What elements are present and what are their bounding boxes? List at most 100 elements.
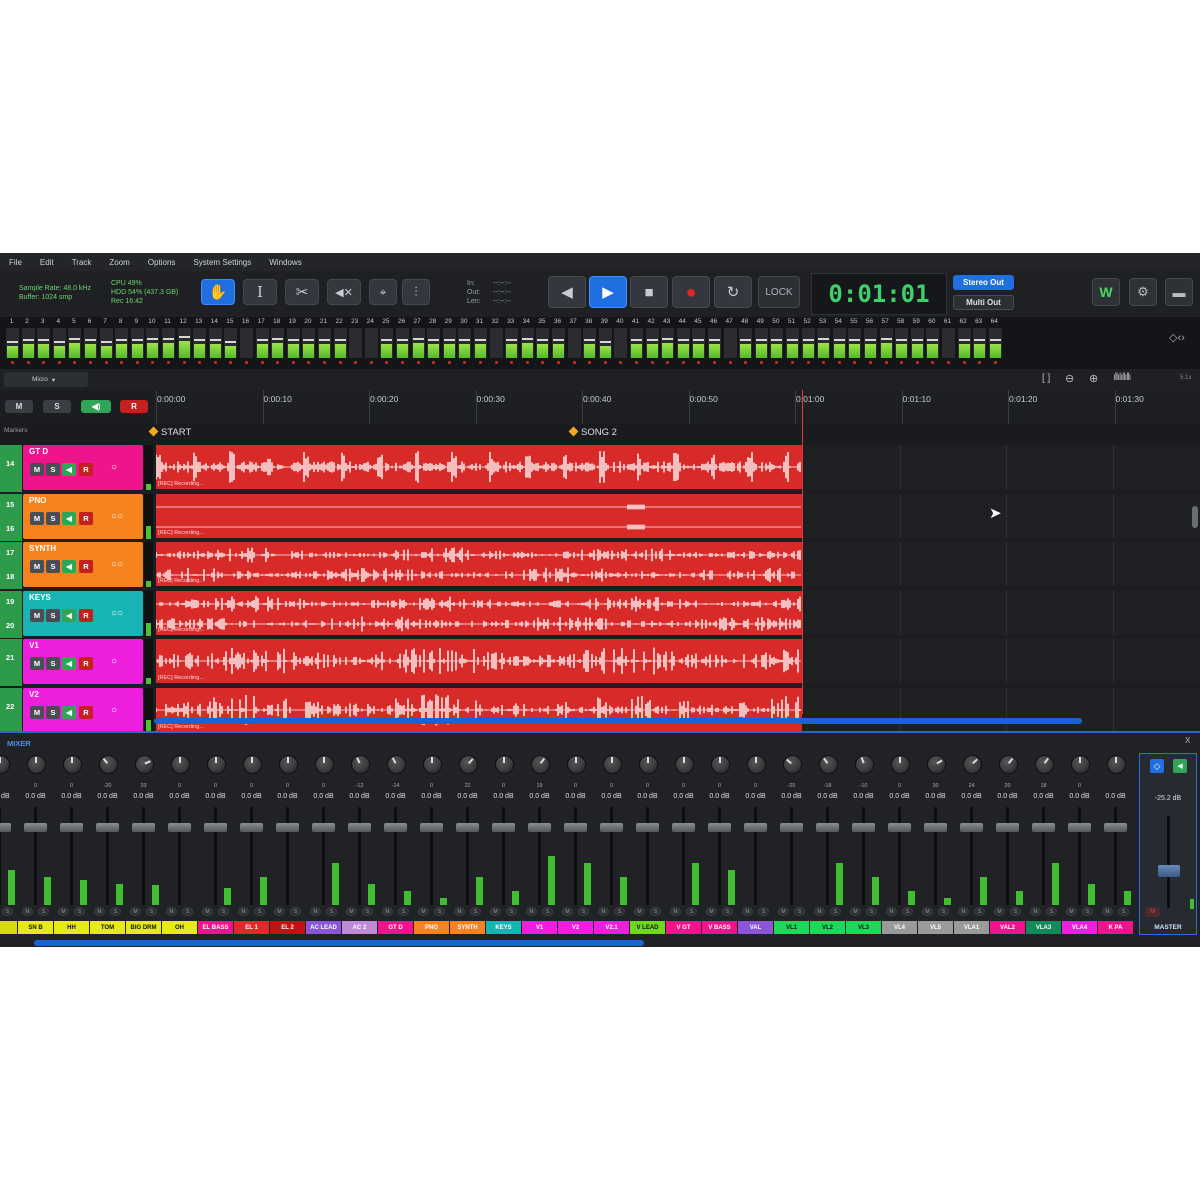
channel-name[interactable]: VL4: [882, 921, 917, 934]
pan-knob[interactable]: [999, 755, 1018, 774]
waveform-zoom-icon[interactable]: ıllılıllıllı: [1113, 372, 1131, 383]
stop-button[interactable]: ■: [630, 276, 668, 308]
pan-knob[interactable]: [639, 755, 658, 774]
master-mute-button[interactable]: M: [1145, 907, 1160, 917]
lock-button[interactable]: LOCK: [758, 276, 800, 308]
mono-input-icon[interactable]: ○: [111, 462, 117, 473]
pan-knob[interactable]: [243, 755, 262, 774]
channel-name[interactable]: PNO: [414, 921, 449, 934]
channel-solo-button[interactable]: S: [182, 907, 193, 916]
channel-solo-button[interactable]: S: [614, 907, 625, 916]
track-monitor-button[interactable]: ◀: [62, 705, 76, 719]
fader-handle[interactable]: [528, 823, 551, 832]
channel-mute-button[interactable]: M: [634, 907, 645, 916]
channel-name[interactable]: V2.1: [594, 921, 629, 934]
channel-name[interactable]: VLA3: [1026, 921, 1061, 934]
track-header[interactable]: PNO M S ◀ R ○○: [23, 493, 143, 539]
channel-name[interactable]: K PA: [1098, 921, 1133, 934]
channel-mute-button[interactable]: M: [778, 907, 789, 916]
channel-solo-button[interactable]: S: [1082, 907, 1093, 916]
pan-knob[interactable]: [747, 755, 766, 774]
channel-solo-button[interactable]: S: [218, 907, 229, 916]
channel-mute-button[interactable]: M: [310, 907, 321, 916]
loop-button[interactable]: ↻: [714, 276, 752, 308]
playhead[interactable]: [802, 390, 803, 714]
cut-tool-button[interactable]: ✂: [285, 279, 319, 305]
mixer-scrollbar[interactable]: [34, 940, 644, 946]
track-monitor-button[interactable]: ◀: [62, 608, 76, 622]
track-header[interactable]: KEYS M S ◀ R ○○: [23, 590, 143, 636]
pan-knob[interactable]: [387, 755, 406, 774]
empty-lane[interactable]: [804, 687, 1200, 732]
track-header[interactable]: V2 M S ◀ R ○: [23, 687, 143, 733]
track-header[interactable]: SYNTH M S ◀ R ○○: [23, 542, 143, 587]
channel-mute-button[interactable]: M: [166, 907, 177, 916]
waves-button[interactable]: W: [1092, 278, 1120, 306]
channel-solo-button[interactable]: S: [974, 907, 985, 916]
channel-mute-button[interactable]: M: [1102, 907, 1113, 916]
global-mute-button[interactable]: M: [5, 400, 33, 413]
pan-knob[interactable]: [351, 755, 370, 774]
fader-handle[interactable]: [96, 823, 119, 832]
fader-handle[interactable]: [960, 823, 983, 832]
pan-knob[interactable]: [567, 755, 586, 774]
channel-name[interactable]: VLA4: [1062, 921, 1097, 934]
fader-handle[interactable]: [312, 823, 335, 832]
fader-handle[interactable]: [672, 823, 695, 832]
empty-lane[interactable]: [804, 639, 1200, 683]
marker-song-2[interactable]: SONG 2: [568, 426, 617, 438]
channel-mute-button[interactable]: M: [490, 907, 501, 916]
master-fader[interactable]: [1158, 865, 1180, 877]
channel-name[interactable]: GT D: [378, 921, 413, 934]
pan-knob[interactable]: [135, 755, 154, 774]
fader-handle[interactable]: [492, 823, 515, 832]
channel-solo-button[interactable]: S: [902, 907, 913, 916]
track-record-button[interactable]: R: [79, 705, 93, 719]
channel-solo-button[interactable]: S: [686, 907, 697, 916]
fit-icon[interactable]: [ ]: [1042, 373, 1050, 384]
channel-name[interactable]: V2: [558, 921, 593, 934]
track-mute-button[interactable]: M: [30, 511, 44, 525]
global-record-button[interactable]: R: [120, 400, 148, 413]
channel-mute-button[interactable]: M: [814, 907, 825, 916]
channel-solo-button[interactable]: S: [362, 907, 373, 916]
pan-knob[interactable]: [783, 755, 802, 774]
channel-name[interactable]: OH: [162, 921, 197, 934]
channel-mute-button[interactable]: M: [958, 907, 969, 916]
channel-mute-button[interactable]: M: [202, 907, 213, 916]
pan-knob[interactable]: [99, 755, 118, 774]
pan-knob[interactable]: [171, 755, 190, 774]
pan-knob[interactable]: [459, 755, 478, 774]
track-record-button[interactable]: R: [79, 560, 93, 573]
text-tool-button[interactable]: I: [243, 279, 277, 305]
channel-name[interactable]: HH: [54, 921, 89, 934]
multi-out-button[interactable]: Multi Out: [953, 295, 1014, 310]
channel-solo-button[interactable]: S: [434, 907, 445, 916]
master-speaker-icon[interactable]: ◀: [1173, 759, 1187, 773]
channel-name[interactable]: SN B: [18, 921, 53, 934]
recording-clip[interactable]: [REC] Recording...: [156, 493, 802, 538]
stereo-input-icon[interactable]: ○○: [111, 511, 123, 522]
channel-mute-button[interactable]: M: [562, 907, 573, 916]
track-monitor-button[interactable]: ◀: [62, 560, 76, 573]
menu-track[interactable]: Track: [63, 258, 101, 267]
folder-button[interactable]: ▬: [1165, 278, 1193, 306]
fader-handle[interactable]: [996, 823, 1019, 832]
channel-name[interactable]: VL2: [810, 921, 845, 934]
channel-mute-button[interactable]: M: [526, 907, 537, 916]
settings-button[interactable]: ⚙: [1129, 278, 1157, 306]
record-button[interactable]: ●: [672, 276, 710, 308]
marker-start[interactable]: START: [148, 426, 191, 438]
pan-knob[interactable]: [0, 755, 10, 774]
channel-mute-button[interactable]: M: [238, 907, 249, 916]
fader-handle[interactable]: [1104, 823, 1127, 832]
track-solo-button[interactable]: S: [46, 511, 60, 525]
play-button[interactable]: ▶: [589, 276, 627, 308]
channel-solo-button[interactable]: S: [146, 907, 157, 916]
fader-handle[interactable]: [1068, 823, 1091, 832]
track-solo-button[interactable]: S: [46, 463, 60, 476]
channel-solo-button[interactable]: S: [110, 907, 121, 916]
track-solo-button[interactable]: S: [46, 657, 60, 670]
fader-handle[interactable]: [600, 823, 623, 832]
channel-mute-button[interactable]: M: [130, 907, 141, 916]
